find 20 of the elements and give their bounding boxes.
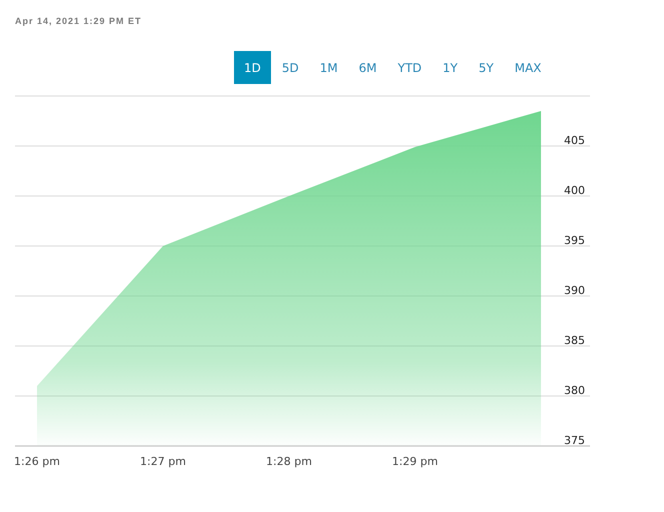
range-tab[interactable]: 5Y [468, 51, 504, 84]
axis-label: 380 [564, 384, 585, 397]
timestamp: Apr 14, 2021 1:29 PM ET [15, 16, 142, 26]
axis-label: 1:28 pm [266, 455, 312, 468]
axis-label: 1:29 pm [392, 455, 438, 468]
axis-label: 400 [564, 184, 585, 197]
axis-label: 395 [564, 234, 585, 247]
range-tab[interactable]: MAX [504, 51, 552, 84]
range-tab[interactable]: 6M [348, 51, 387, 84]
range-tab[interactable]: 1Y [432, 51, 468, 84]
axis-label: 385 [564, 334, 585, 347]
range-tab[interactable]: YTD [388, 51, 432, 84]
range-tab[interactable]: 1D [234, 51, 271, 84]
axis-label: 1:27 pm [140, 455, 186, 468]
axis-label: 375 [564, 434, 585, 447]
axis-label: 405 [564, 134, 585, 147]
axis-label: 1:26 pm [14, 455, 60, 468]
range-tab[interactable]: 1M [310, 51, 348, 84]
range-tab[interactable]: 5D [272, 51, 309, 84]
axis-label: 390 [564, 284, 585, 297]
